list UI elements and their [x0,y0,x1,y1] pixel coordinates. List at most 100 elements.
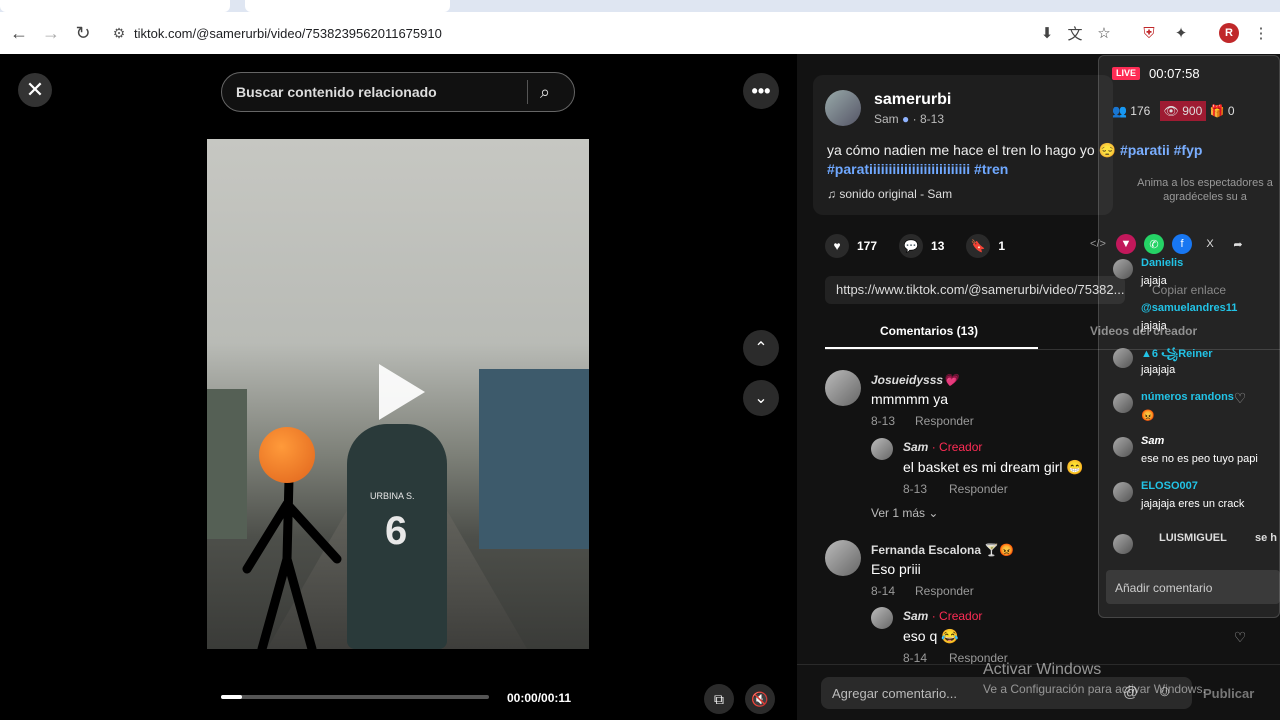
sound-link[interactable]: ♫ sonido original - Sam [827,187,952,201]
commenter-avatar[interactable] [825,370,861,406]
commenter-name[interactable]: Sam · Creador [903,609,982,623]
extensions-puzzle-icon[interactable]: ✦ [1170,22,1192,44]
floating-player-icon[interactable]: ⧉ [704,684,734,714]
reload-icon[interactable]: ↻ [69,19,97,47]
translate-icon[interactable]: 文 [1064,22,1086,44]
live-user-name[interactable]: números randons [1141,391,1234,403]
browser-tab-active[interactable] [245,0,450,12]
live-hint-text: Anima a los espectadores a agradéceles s… [1137,177,1273,203]
commenter-avatar[interactable] [871,607,893,629]
live-user-name[interactable]: ELOSO007 [1141,480,1198,492]
share-link-field[interactable]: https://www.tiktok.com/@samerurbi/video/… [825,276,1125,304]
commenter-avatar[interactable] [871,438,893,460]
related-search-input[interactable]: Buscar contenido relacionado ⌕ [221,72,575,112]
jersey-number: 6 [385,509,408,553]
comment-date: 8-13 [871,414,896,428]
reply-button[interactable]: Responder [949,482,1008,496]
previous-video-icon[interactable]: ⌃ [743,330,779,366]
close-icon[interactable]: ✕ [18,73,52,107]
viewer-count: 900 [1182,104,1203,118]
comment-text: el basket es mi dream girl 😁 [903,459,1084,475]
forward-icon[interactable]: → [37,19,65,47]
heart-icon[interactable]: ♡ [1230,629,1250,646]
profile-avatar[interactable]: R [1219,23,1239,43]
view-more-replies[interactable]: Ver 1 más ⌄ [871,506,938,520]
browser-toolbar: ← → ↻ ⚙ tiktok.com/@samerurbi/video/7538… [0,12,1280,54]
mute-icon[interactable]: 🔇 [745,684,775,714]
site-settings-icon[interactable]: ⚙ [104,25,134,42]
post-info-card: samerurbi Sam ● · 8-13 ya cómo nadien me… [813,75,1202,215]
comment-date: 8-14 [871,584,896,598]
live-badge: LIVE [1112,67,1141,80]
browser-tab[interactable] [0,0,230,12]
author-avatar[interactable] [825,90,861,126]
like-count: 177 [857,239,878,253]
eye-icon: 👁 [1163,104,1179,118]
reply-author: Sam [903,440,929,454]
screen: ← → ↻ ⚙ tiktok.com/@samerurbi/video/7538… [0,0,1280,720]
x-icon[interactable]: X [1200,234,1220,254]
music-note-icon: ♫ [827,187,840,201]
facebook-icon[interactable]: f [1172,234,1192,254]
creator-badge: · Creador [931,609,983,623]
next-video-icon[interactable]: ⌄ [743,380,779,416]
viewer-badge: 👁 900 [1159,101,1207,121]
back-icon[interactable]: ← [5,19,33,47]
live-user-avatar [1113,534,1133,554]
verified-icon: ● [902,112,910,126]
install-app-icon[interactable]: ⬇ [1036,22,1058,44]
whatsapp-icon[interactable]: ✆ [1144,234,1164,254]
comment-button[interactable]: 💬 13 [899,234,944,258]
commenter-name[interactable]: Josueidysss💗 [871,373,958,387]
browser-menu-icon[interactable]: ⋮ [1250,22,1272,44]
live-message-text: jajaja [1141,320,1167,332]
publish-button[interactable]: Publicar [1203,686,1254,701]
video-building-right [479,369,589,549]
creator-badge: · Creador [931,440,983,454]
address-bar[interactable]: ⚙ tiktok.com/@samerurbi/video/7538239562… [104,18,1124,48]
embed-icon[interactable]: </> [1088,234,1108,254]
comment-count: 13 [931,239,945,253]
comment-text: eso q 😂 [903,628,959,644]
video-progress-bar[interactable] [221,695,489,699]
author-username[interactable]: samerurbi [874,91,951,109]
live-user-name[interactable]: Danielis [1141,257,1183,269]
more-options-icon[interactable]: ••• [743,73,779,109]
caption-hashtags-2[interactable]: #paratiiiiiiiiiiiiiiiiiiiiiiiiii #tren [827,161,1008,177]
commenter-avatar[interactable] [825,540,861,576]
live-user-name[interactable]: @samuelandres11 [1141,302,1237,314]
tab-comments[interactable]: Comentarios (13) [880,324,978,338]
live-message-text: jajajaja eres un crack [1141,498,1245,510]
like-button[interactable]: ♥ 177 [825,234,877,258]
live-user-avatar [1113,482,1133,502]
commenter-name[interactable]: Sam · Creador [903,440,982,454]
commenter-name[interactable]: Fernanda Escalona 🍸😡 [871,543,1014,557]
gift-count: 0 [1227,104,1235,118]
save-count: 1 [998,239,1006,253]
live-user-name[interactable]: LUISMIGUEL [1159,532,1227,544]
author-display-name: Sam [874,112,899,126]
jersey-name: URBINA S. [370,491,415,501]
send-icon[interactable]: ▼ [1116,234,1136,254]
play-icon[interactable] [379,364,425,420]
heart-icon[interactable]: ♡ [1230,390,1250,407]
live-comment-input[interactable]: Añadir comentario [1106,570,1280,604]
live-duration: 00:07:58 [1149,66,1200,81]
people-count: 176 [1130,104,1151,118]
save-button[interactable]: 🔖 1 [966,234,1005,258]
live-user-name[interactable]: Sam [1141,435,1164,447]
comment-item: Josueidysss💗 mmmmm ya 8-13 Responder [825,370,1125,440]
bookmark-star-icon[interactable]: ☆ [1093,22,1115,44]
video-player[interactable]: URBINA S. 6 [207,139,589,649]
basketball-icon [259,427,315,483]
reply-button[interactable]: Responder [915,414,974,428]
live-message-text: jajaja [1141,275,1167,287]
author-subline: Sam ● · 8-13 [874,112,944,126]
share-arrow-icon[interactable]: ➦ [1228,234,1248,254]
shield-extension-icon[interactable]: ⛨ [1138,22,1160,44]
windows-activation-title: Activar Windows [983,661,1102,678]
heart-icon: ♥ [825,234,849,258]
live-user-avatar [1113,437,1133,457]
search-icon[interactable]: ⌕ [540,82,574,103]
reply-button[interactable]: Responder [915,584,974,598]
